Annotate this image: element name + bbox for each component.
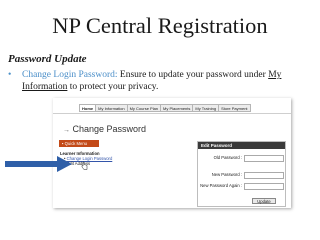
edit-password-header: Edit Password [198, 142, 285, 149]
tab-my-placements[interactable]: My Placements [160, 104, 193, 112]
edit-password-panel: Edit Password Old Password : New Passwor… [197, 141, 286, 207]
old-password-input[interactable] [244, 155, 284, 162]
nav-divider [53, 113, 291, 114]
slide-title: NP Central Registration [52, 13, 268, 38]
my-information-link-cont[interactable]: Information [22, 82, 67, 92]
bullet-highlight: Change Login Password: [22, 70, 118, 80]
tab-my-course-plan[interactable]: My Course Plan [126, 104, 161, 112]
old-password-row: Old Password : [198, 155, 285, 162]
new-password-again-input[interactable] [244, 183, 284, 190]
heading-arrow-icon: → [63, 127, 70, 134]
quick-menu-bar[interactable]: ▪ Quick Menu [59, 140, 99, 147]
new-password-label: New Password : [211, 172, 242, 177]
page-heading-text: Change Password [72, 124, 147, 134]
bullet-text-end: to protect your privacy. [67, 82, 159, 92]
new-password-input[interactable] [244, 172, 284, 179]
bullet-text: Ensure to update your password under [117, 70, 269, 80]
pointer-arrow-icon [5, 156, 72, 172]
old-password-label: Old Password : [213, 155, 242, 160]
page-heading: → Change Password [63, 124, 146, 134]
top-nav-tabs: Home My Information My Course Plan My Pl… [79, 104, 251, 112]
tab-home[interactable]: Home [79, 104, 96, 112]
slide-subtitle: Password Update [8, 53, 87, 65]
new-password-row: New Password : [198, 172, 285, 179]
tab-store-payment[interactable]: Store Payment [218, 104, 251, 112]
tab-my-information[interactable]: My Information [95, 104, 127, 112]
quick-menu-label: Quick Menu [64, 141, 88, 146]
quick-menu-icon: ▪ [62, 141, 64, 146]
my-information-link[interactable]: My [268, 70, 281, 80]
bullet-dot-icon: • [8, 70, 12, 80]
embedded-screenshot: Home My Information My Course Plan My Pl… [53, 98, 291, 208]
update-button[interactable]: Update [252, 198, 276, 204]
slide-bullet: • Change Login Password: Ensure to update… [8, 69, 313, 93]
tab-my-training[interactable]: My Training [192, 104, 219, 112]
new-password-again-row: New Password Again : [198, 183, 285, 190]
hand-cursor-icon [81, 161, 88, 170]
new-password-again-label: New Password Again : [200, 183, 242, 188]
